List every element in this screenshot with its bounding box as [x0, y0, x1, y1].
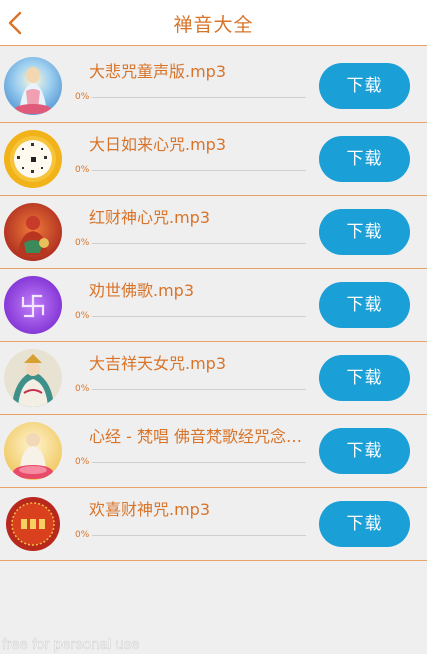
watermark-text: free for personal use: [2, 636, 140, 654]
song-title: 大日如来心咒.mp3: [89, 135, 227, 154]
progress-bar: [92, 170, 306, 171]
list-item: 大悲咒童声版.mp3 0% 下载: [0, 50, 427, 123]
download-button[interactable]: 下载: [319, 501, 410, 547]
list-item: 劝世佛歌.mp3 0% 下载: [0, 269, 427, 342]
song-thumbnail: [4, 422, 62, 480]
song-title: 欢喜财神咒.mp3: [89, 500, 211, 519]
progress-percent: 0%: [75, 311, 90, 321]
progress-percent: 0%: [75, 165, 90, 175]
song-title: 大悲咒童声版.mp3: [89, 62, 227, 81]
song-thumbnail: [4, 349, 62, 407]
list-item: 心经 - 梵唱 佛音梵歌经咒念诵.mp3 0% 下载: [0, 415, 427, 488]
progress-bar: [92, 97, 306, 98]
progress-bar: [92, 389, 306, 390]
song-thumbnail: [4, 57, 62, 115]
song-thumbnail: [4, 203, 62, 261]
download-button[interactable]: 下载: [319, 355, 410, 401]
song-thumbnail: [4, 276, 62, 334]
progress-bar: [92, 243, 306, 244]
download-button[interactable]: 下载: [319, 136, 410, 182]
progress-percent: 0%: [75, 238, 90, 248]
song-title: 劝世佛歌.mp3: [89, 281, 195, 300]
song-title: 大吉祥天女咒.mp3: [89, 354, 227, 373]
list-item: 欢喜财神咒.mp3 0% 下载: [0, 488, 427, 561]
progress-percent: 0%: [75, 530, 90, 540]
download-list: 大悲咒童声版.mp3 0% 下载 大日如来心咒.mp3 0% 下载 红财神心咒.…: [0, 50, 427, 561]
song-thumbnail: [4, 130, 62, 188]
download-button[interactable]: 下载: [319, 63, 410, 109]
app-header: 禅音大全: [0, 0, 427, 46]
song-thumbnail: [4, 495, 62, 553]
song-title: 心经 - 梵唱 佛音梵歌经咒念诵.mp3: [89, 427, 311, 446]
list-item: 红财神心咒.mp3 0% 下载: [0, 196, 427, 269]
list-item: 大日如来心咒.mp3 0% 下载: [0, 123, 427, 196]
page-title: 禅音大全: [173, 14, 254, 36]
progress-bar: [92, 535, 306, 536]
song-title: 红财神心咒.mp3: [89, 208, 211, 227]
progress-percent: 0%: [75, 384, 90, 394]
list-item: 大吉祥天女咒.mp3 0% 下载: [0, 342, 427, 415]
download-button[interactable]: 下载: [319, 282, 410, 328]
progress-percent: 0%: [75, 92, 90, 102]
progress-bar: [92, 316, 306, 317]
progress-percent: 0%: [75, 457, 90, 467]
download-button[interactable]: 下载: [319, 209, 410, 255]
download-button[interactable]: 下载: [319, 428, 410, 474]
progress-bar: [92, 462, 306, 463]
